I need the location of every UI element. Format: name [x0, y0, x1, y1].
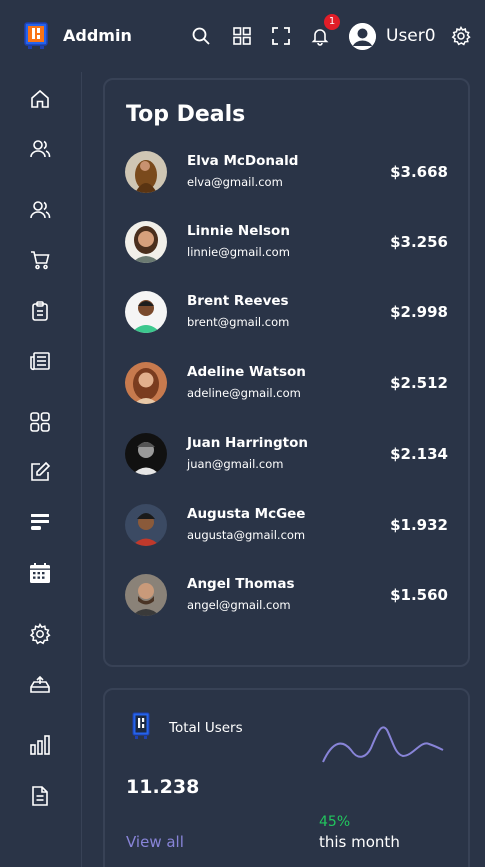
deal-name: Juan Harrington [187, 435, 309, 451]
deal-name: Adeline Watson [187, 364, 306, 380]
users-box-icon [132, 712, 150, 740]
deal-row[interactable]: Linnie Nelson linnie@gmail.com $3.256 [105, 221, 468, 281]
notifications-bell-icon[interactable] [310, 26, 330, 46]
deal-row[interactable]: Brent Reeves brent@gmail.com $2.998 [105, 291, 468, 351]
avatar [125, 221, 167, 263]
deal-amount: $2.998 [390, 303, 448, 321]
deal-amount: $2.134 [390, 445, 448, 463]
clipboard-icon[interactable] [29, 300, 51, 322]
avatar [125, 433, 167, 475]
elements-grid-icon[interactable] [29, 411, 51, 433]
deal-email: juan@gmail.com [187, 457, 284, 471]
deal-amount: $3.256 [390, 233, 448, 251]
user-avatar[interactable] [349, 23, 376, 50]
deal-row[interactable]: Juan Harrington juan@gmail.com $2.134 [105, 433, 468, 493]
deal-name: Elva McDonald [187, 153, 299, 169]
deal-row[interactable]: Adeline Watson adeline@gmail.com $2.512 [105, 362, 468, 422]
deal-email: brent@gmail.com [187, 315, 290, 329]
deal-name: Augusta McGee [187, 506, 306, 522]
deal-amount: $2.512 [390, 374, 448, 392]
username-label[interactable]: User0 [386, 26, 436, 46]
users-icon[interactable] [29, 199, 51, 221]
cart-icon[interactable] [29, 249, 51, 271]
view-all-link[interactable]: View all [126, 833, 184, 851]
deal-amount: $1.560 [390, 586, 448, 604]
growth-percent: 45% [319, 814, 351, 830]
avatar [125, 291, 167, 333]
home-icon[interactable] [29, 88, 51, 110]
growth-period-label: this month [319, 833, 400, 851]
brand-logo-icon[interactable] [24, 22, 48, 50]
sidebar-nav [0, 72, 82, 867]
newspaper-icon[interactable] [29, 350, 51, 372]
total-users-value: 11.238 [126, 776, 200, 798]
deal-email: adeline@gmail.com [187, 386, 301, 400]
backup-tray-icon[interactable] [29, 674, 51, 696]
total-users-title: Total Users [169, 720, 243, 736]
deal-name: Angel Thomas [187, 576, 295, 592]
edit-note-icon[interactable] [29, 461, 51, 483]
settings-icon[interactable] [29, 623, 51, 645]
fullscreen-icon[interactable] [271, 26, 291, 46]
avatar [125, 504, 167, 546]
apps-grid-icon[interactable] [232, 26, 252, 46]
deal-name: Linnie Nelson [187, 223, 290, 239]
avatar [125, 362, 167, 404]
total-users-sparkline [322, 726, 444, 763]
search-icon[interactable] [191, 26, 211, 46]
notification-badge: 1 [324, 14, 340, 30]
forms-bars-icon[interactable] [29, 511, 51, 533]
deal-row[interactable]: Augusta McGee augusta@gmail.com $1.932 [105, 504, 468, 564]
logs-document-icon[interactable] [29, 785, 51, 807]
deal-email: elva@gmail.com [187, 175, 283, 189]
deal-amount: $1.932 [390, 516, 448, 534]
deal-email: augusta@gmail.com [187, 528, 306, 542]
avatar [125, 151, 167, 193]
deal-email: angel@gmail.com [187, 598, 291, 612]
settings-gear-icon[interactable] [451, 26, 471, 46]
top-deals-title: Top Deals [126, 102, 246, 127]
calendar-icon[interactable] [29, 562, 51, 584]
deal-row[interactable]: Elva McDonald elva@gmail.com $3.668 [105, 151, 468, 211]
top-deals-card: Top Deals Elva McDonald elva@gmail.com $… [103, 78, 470, 667]
avatar [125, 574, 167, 616]
top-header: Addmin 1 User0 [0, 0, 485, 72]
profile-icon[interactable] [29, 138, 51, 160]
brand-name: Addmin [63, 26, 132, 45]
deal-name: Brent Reeves [187, 293, 289, 309]
deal-email: linnie@gmail.com [187, 245, 290, 259]
deal-amount: $3.668 [390, 163, 448, 181]
bar-chart-icon[interactable] [29, 734, 51, 756]
total-users-card: Total Users 11.238 View all 45% this mon… [103, 688, 470, 867]
deal-row[interactable]: Angel Thomas angel@gmail.com $1.560 [105, 574, 468, 634]
